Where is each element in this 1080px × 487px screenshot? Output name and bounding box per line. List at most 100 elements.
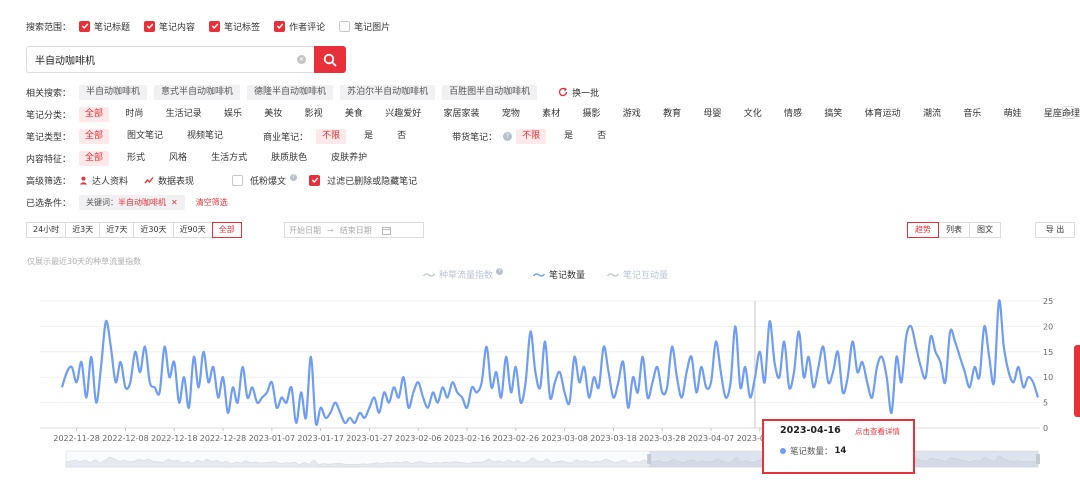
category-option-10[interactable]: 素材 bbox=[536, 107, 566, 122]
scope-checkbox-3[interactable]: 作者评论 bbox=[274, 20, 325, 33]
date-arrow: → bbox=[327, 225, 334, 235]
tooltip-detail-link[interactable]: 点击查看详情 bbox=[855, 426, 900, 437]
time-range-button[interactable]: 近7天 bbox=[99, 222, 135, 238]
category-option-1[interactable]: 时尚 bbox=[119, 107, 149, 122]
category-option-11[interactable]: 摄影 bbox=[576, 107, 606, 122]
clear-icon[interactable]: ✕ bbox=[297, 55, 306, 64]
category-option-20[interactable]: 音乐 bbox=[957, 107, 987, 122]
search-button[interactable] bbox=[314, 46, 346, 73]
commercial-option-1[interactable]: 是 bbox=[358, 129, 379, 144]
tooltip-value: 14 bbox=[834, 446, 847, 456]
data-filter[interactable]: 数据表现 bbox=[144, 174, 194, 187]
content-option-2[interactable]: 风格 bbox=[163, 151, 193, 166]
advanced-label: 高级筛选： bbox=[26, 176, 72, 187]
scope-checkbox-box bbox=[209, 20, 221, 32]
content-label: 内容特征： bbox=[26, 154, 72, 165]
scope-checkbox-label: 笔记内容 bbox=[159, 22, 196, 33]
category-option-21[interactable]: 萌娃 bbox=[998, 107, 1028, 122]
related-tag[interactable]: 意式半自动咖啡机 bbox=[154, 84, 241, 100]
category-option-2[interactable]: 生活记录 bbox=[160, 107, 208, 122]
content-option-0[interactable]: 全部 bbox=[79, 150, 110, 166]
note-type-option-1[interactable]: 图文笔记 bbox=[121, 129, 169, 144]
check-icon bbox=[276, 23, 283, 30]
export-button[interactable]: 导 出 bbox=[1035, 222, 1075, 238]
expert-filter[interactable]: 达人资料 bbox=[79, 174, 128, 187]
related-tag[interactable]: 百胜图半自动咖啡机 bbox=[442, 84, 538, 100]
traffic-info-icon[interactable]: ? bbox=[496, 268, 504, 275]
related-tag[interactable]: 德隆半自动咖啡机 bbox=[247, 84, 334, 100]
scope-checkbox-2[interactable]: 笔记标签 bbox=[209, 20, 260, 33]
goods-option-2[interactable]: 否 bbox=[591, 129, 612, 144]
scope-checkbox-4[interactable]: 笔记图片 bbox=[339, 20, 390, 33]
category-option-13[interactable]: 教育 bbox=[657, 107, 687, 122]
commercial-option-0[interactable]: 不限 bbox=[316, 128, 347, 144]
legend-item-notes[interactable]: 笔记数量 bbox=[533, 268, 585, 281]
note-type-option-0[interactable]: 全部 bbox=[79, 128, 110, 144]
scope-checkbox-0[interactable]: 笔记标题 bbox=[79, 20, 130, 33]
time-range-button[interactable]: 近30天 bbox=[133, 222, 174, 238]
x-tick-label: 2023-02-06 bbox=[395, 434, 442, 443]
refresh-icon bbox=[558, 87, 568, 97]
content-option-4[interactable]: 肤质肤色 bbox=[265, 151, 313, 166]
related-search-label: 相关搜索： bbox=[26, 88, 72, 99]
calendar-icon bbox=[381, 226, 391, 235]
legend-item-traffic[interactable]: 种草流量指数 ? bbox=[423, 268, 504, 281]
category-option-17[interactable]: 搞笑 bbox=[818, 107, 848, 122]
advanced-row: 高级筛选： 达人资料 数据表现 低粉爆文 ? 过滤已删除或隐藏笔记 bbox=[26, 172, 431, 188]
low-fan-checkbox[interactable]: 低粉爆文 bbox=[232, 174, 286, 187]
slider-handle-left[interactable] bbox=[647, 454, 652, 464]
category-option-0[interactable]: 全部 bbox=[79, 106, 110, 122]
search-input[interactable]: 半自动咖啡机 bbox=[26, 46, 314, 73]
clear-filters-link[interactable]: 清空筛选 bbox=[196, 197, 228, 208]
note-type-label: 笔记类型： bbox=[26, 132, 72, 143]
slider-handle-right[interactable] bbox=[1036, 454, 1040, 464]
time-range-button[interactable]: 近90天 bbox=[172, 222, 213, 238]
refresh-button[interactable]: 换一批 bbox=[558, 86, 599, 99]
filter-deleted-checkbox[interactable]: 过滤已删除或隐藏笔记 bbox=[309, 174, 417, 187]
view-button[interactable]: 图文 bbox=[969, 222, 1001, 238]
content-option-5[interactable]: 皮肤养护 bbox=[325, 151, 373, 166]
view-button[interactable]: 列表 bbox=[938, 222, 970, 238]
time-range-button[interactable]: 全部 bbox=[211, 222, 242, 238]
category-option-19[interactable]: 潮流 bbox=[917, 107, 947, 122]
category-option-14[interactable]: 母婴 bbox=[697, 107, 727, 122]
refresh-label: 换一批 bbox=[572, 88, 600, 99]
low-fan-info-icon[interactable]: ? bbox=[290, 173, 298, 181]
remove-keyword-icon[interactable]: ✕ bbox=[171, 196, 178, 209]
time-range-button[interactable]: 近3天 bbox=[65, 222, 101, 238]
content-option-3[interactable]: 生活方式 bbox=[205, 151, 253, 166]
content-option-1[interactable]: 形式 bbox=[121, 151, 151, 166]
date-range-picker[interactable]: 开始日期 → 结束日期 bbox=[284, 222, 424, 238]
category-option-8[interactable]: 家居家装 bbox=[438, 107, 486, 122]
goods-option-0[interactable]: 不限 bbox=[516, 128, 547, 144]
x-tick-label: 2022-11-28 bbox=[53, 434, 100, 443]
category-option-16[interactable]: 情感 bbox=[778, 107, 808, 122]
category-option-5[interactable]: 影视 bbox=[299, 107, 329, 122]
category-option-18[interactable]: 体育运动 bbox=[859, 107, 907, 122]
start-date-placeholder: 开始日期 bbox=[289, 225, 321, 235]
related-tag[interactable]: 半自动咖啡机 bbox=[79, 84, 148, 100]
scope-checkbox-1[interactable]: 笔记内容 bbox=[144, 20, 195, 33]
category-option-7[interactable]: 兴趣爱好 bbox=[379, 107, 427, 122]
time-range-button[interactable]: 24小时 bbox=[26, 222, 67, 238]
category-option-3[interactable]: 娱乐 bbox=[218, 107, 248, 122]
side-feedback-tab[interactable] bbox=[1074, 345, 1080, 417]
wave-icon bbox=[423, 272, 435, 277]
time-range-group: 24小时 近3天 近7天 近30天 近90天 全部 bbox=[26, 222, 242, 238]
commercial-option-2[interactable]: 否 bbox=[391, 129, 412, 144]
category-option-12[interactable]: 游戏 bbox=[617, 107, 647, 122]
view-button[interactable]: 趋势 bbox=[907, 222, 939, 238]
note-type-option-2[interactable]: 视频笔记 bbox=[181, 129, 229, 144]
related-tag[interactable]: 苏泊尔半自动咖啡机 bbox=[340, 84, 436, 100]
category-option-4[interactable]: 美妆 bbox=[258, 107, 288, 122]
category-option-9[interactable]: 宠物 bbox=[496, 107, 526, 122]
category-option-6[interactable]: 美食 bbox=[339, 107, 369, 122]
info-icon[interactable]: ? bbox=[503, 131, 513, 141]
goods-option-1[interactable]: 是 bbox=[558, 129, 579, 144]
expand-categories-button[interactable] bbox=[1062, 106, 1075, 119]
category-option-15[interactable]: 文化 bbox=[738, 107, 768, 122]
trend-chart[interactable]: 0 5 10 15 20 25 2022-11-28 2022-12-08 2022-12-1… bbox=[0, 288, 1080, 487]
legend-label-interactions: 笔记互动量 bbox=[623, 271, 669, 281]
x-tick-label: 2023-04-07 bbox=[688, 434, 735, 443]
legend-item-interactions[interactable]: 笔记互动量 bbox=[607, 268, 668, 281]
